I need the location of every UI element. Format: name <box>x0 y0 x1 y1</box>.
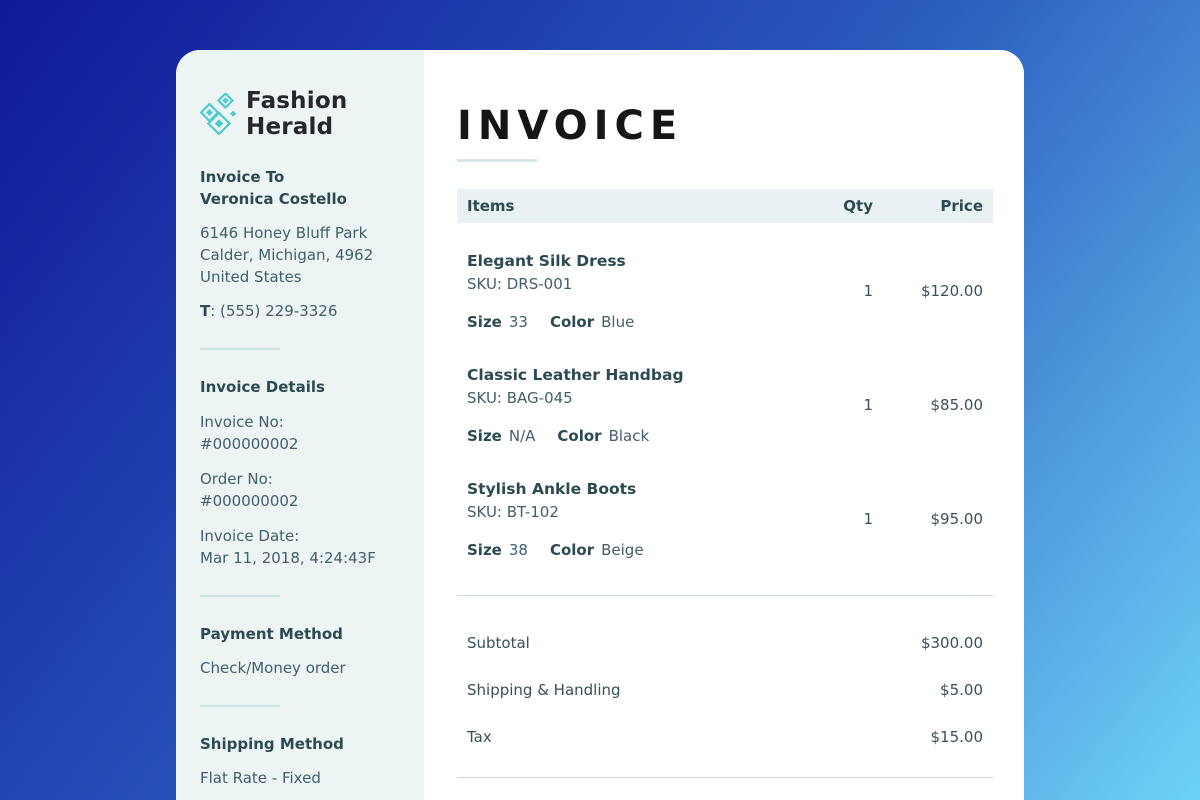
invoice-details-title: Invoice Details <box>200 376 400 398</box>
item-info: Stylish Ankle Boots SKU: BT-102 Size 38 Co… <box>467 478 813 561</box>
phone-number: : (555) 229-3326 <box>210 302 337 320</box>
tax-row: Tax $15.00 <box>467 727 983 747</box>
item-name: Stylish Ankle Boots <box>467 478 813 501</box>
price-column-header: Price <box>873 197 983 215</box>
table-row: Stylish Ankle Boots SKU: BT-102 Size 38 Co… <box>457 451 993 565</box>
item-info: Elegant Silk Dress SKU: DRS-001 Size 33 Co… <box>467 250 813 333</box>
color-value: Beige <box>601 541 643 559</box>
phone-label: T <box>200 302 210 320</box>
table-row: Classic Leather Handbag SKU: BAG-045 Siz… <box>457 337 993 451</box>
invoice-date-label: Invoice Date: <box>200 525 400 547</box>
order-number-row: Order No: #000000002 <box>200 468 400 512</box>
page-background: { "brand": { "name": "Fashion Herald", "… <box>0 0 1200 800</box>
table-row: Elegant Silk Dress SKU: DRS-001 Size 33 Co… <box>457 223 993 337</box>
invoice-number-label: Invoice No: <box>200 411 400 433</box>
subtotal-label: Subtotal <box>467 633 530 653</box>
qty-column-header: Qty <box>813 197 873 215</box>
customer-address: 6146 Honey Bluff Park Calder, Michigan, … <box>200 222 400 288</box>
item-price: $95.00 <box>873 510 983 528</box>
item-sku: SKU: BAG-045 <box>467 387 813 410</box>
brand-logo: Fashion Herald <box>200 88 400 140</box>
invoice-main: INVOICE Items Qty Price Elegant Silk Dre… <box>424 50 1024 800</box>
sidebar-divider <box>200 348 280 350</box>
address-line: 6146 Honey Bluff Park <box>200 222 400 244</box>
color-value: Black <box>609 427 650 445</box>
shipping-handling-value: $5.00 <box>940 680 983 700</box>
size-value: 38 <box>509 541 528 559</box>
payment-method-value: Check/Money order <box>200 657 400 679</box>
invoice-number-value: #000000002 <box>200 433 400 455</box>
invoice-number-row: Invoice No: #000000002 <box>200 411 400 455</box>
shipping-handling-row: Shipping & Handling $5.00 <box>467 680 983 700</box>
diamonds-cluster-icon <box>200 93 238 135</box>
invoice-to-label: Invoice To <box>200 166 400 188</box>
shipping-handling-label: Shipping & Handling <box>467 680 621 700</box>
shipping-method-value: Flat Rate - Fixed <box>200 767 400 789</box>
size-value: N/A <box>509 427 536 445</box>
payment-method-title: Payment Method <box>200 623 400 645</box>
totals-section: Subtotal $300.00 Shipping & Handling $5.… <box>457 596 993 747</box>
color-label: Color <box>550 541 594 559</box>
items-table-header: Items Qty Price <box>457 189 993 223</box>
brand-name: Fashion Herald <box>246 88 400 140</box>
address-line: Calder, Michigan, 4962 <box>200 244 400 266</box>
size-label: Size <box>467 313 502 331</box>
items-column-header: Items <box>467 197 813 215</box>
size-label: Size <box>467 427 502 445</box>
item-variants: Size N/A Color Black <box>467 425 813 447</box>
customer-phone: T: (555) 229-3326 <box>200 300 400 322</box>
address-line: United States <box>200 266 400 288</box>
title-underline <box>457 159 537 162</box>
tax-label: Tax <box>467 727 492 747</box>
subtotal-row: Subtotal $300.00 <box>467 633 983 653</box>
item-qty: 1 <box>813 510 873 528</box>
item-variants: Size 33 Color Blue <box>467 311 813 333</box>
sidebar-divider <box>200 705 280 707</box>
grand-total-divider <box>457 777 993 778</box>
color-value: Blue <box>601 313 634 331</box>
order-number-value: #000000002 <box>200 490 400 512</box>
tax-value: $15.00 <box>931 727 984 747</box>
shipping-method-title: Shipping Method <box>200 733 400 755</box>
order-number-label: Order No: <box>200 468 400 490</box>
size-value: 33 <box>509 313 528 331</box>
page-title: INVOICE <box>457 105 993 147</box>
item-price: $120.00 <box>873 282 983 300</box>
size-label: Size <box>467 541 502 559</box>
subtotal-value: $300.00 <box>921 633 983 653</box>
sidebar-divider <box>200 595 280 597</box>
item-sku: SKU: DRS-001 <box>467 273 813 296</box>
item-qty: 1 <box>813 396 873 414</box>
invoice-card: Fashion Herald Invoice To Veronica Coste… <box>176 50 1024 800</box>
invoice-date-row: Invoice Date: Mar 11, 2018, 4:24:43F <box>200 525 400 569</box>
item-name: Classic Leather Handbag <box>467 364 813 387</box>
invoice-sidebar: Fashion Herald Invoice To Veronica Coste… <box>176 50 424 800</box>
customer-name: Veronica Costello <box>200 188 400 210</box>
item-sku: SKU: BT-102 <box>467 501 813 524</box>
item-info: Classic Leather Handbag SKU: BAG-045 Siz… <box>467 364 813 447</box>
invoice-date-value: Mar 11, 2018, 4:24:43F <box>200 547 400 569</box>
item-qty: 1 <box>813 282 873 300</box>
item-price: $85.00 <box>873 396 983 414</box>
item-variants: Size 38 Color Beige <box>467 539 813 561</box>
color-label: Color <box>550 313 594 331</box>
item-name: Elegant Silk Dress <box>467 250 813 273</box>
color-label: Color <box>557 427 601 445</box>
